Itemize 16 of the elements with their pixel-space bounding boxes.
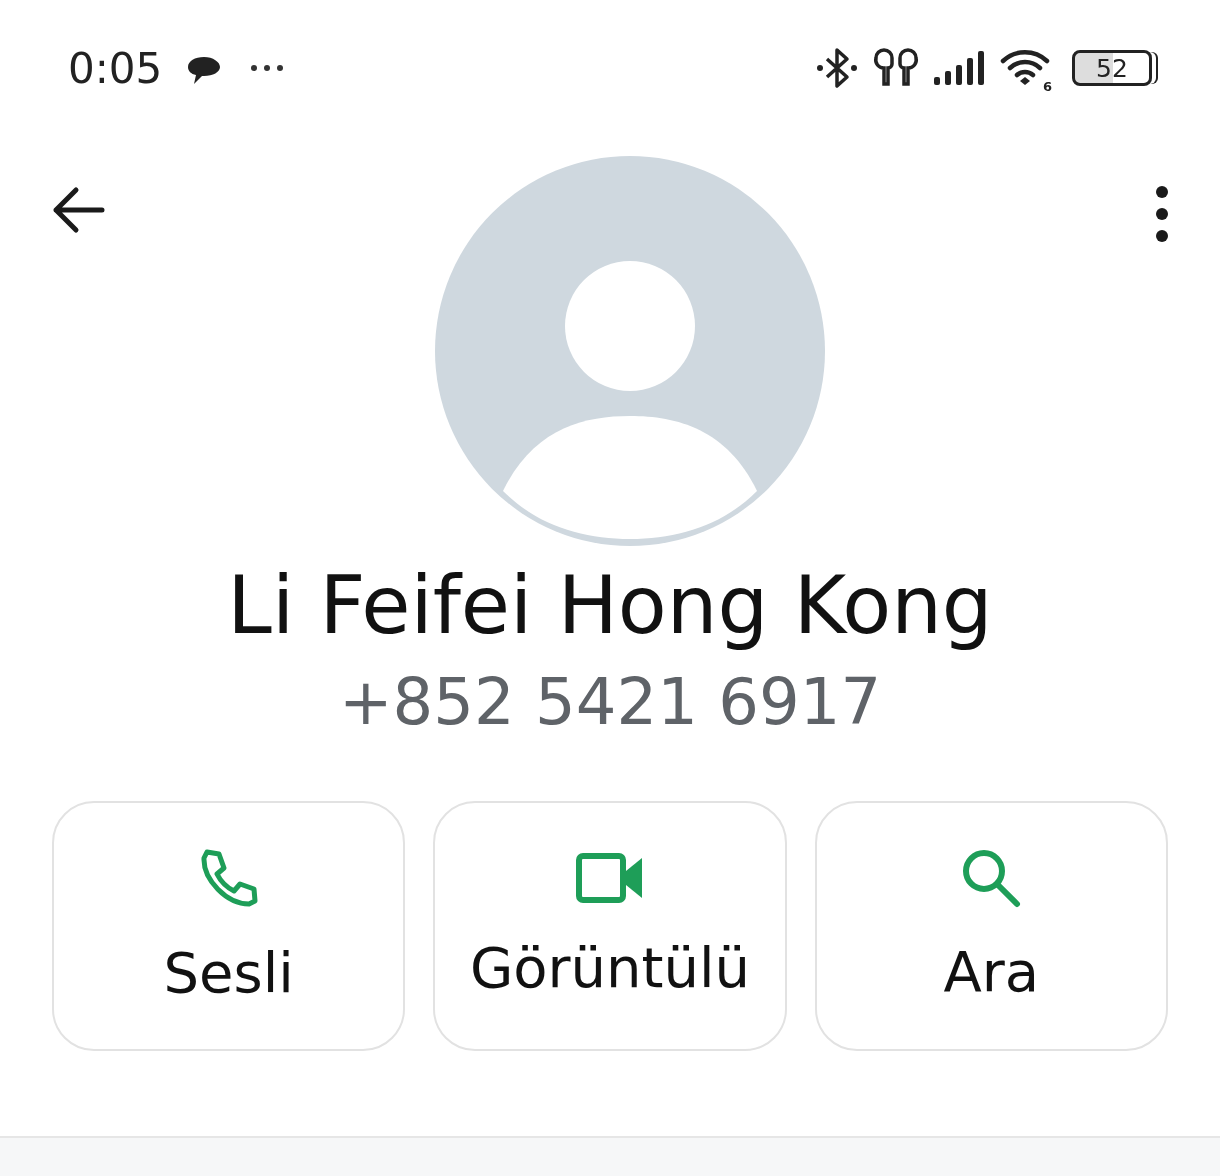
signal-icon bbox=[934, 51, 986, 85]
wifi-standard-label: 6 bbox=[1042, 79, 1052, 94]
chat-bubble-icon bbox=[186, 55, 223, 87]
more-options-button[interactable] bbox=[1154, 186, 1170, 242]
search-icon bbox=[960, 847, 1023, 910]
search-button[interactable]: Ara bbox=[814, 800, 1168, 1051]
bluetooth-icon bbox=[816, 46, 858, 90]
voice-call-button[interactable]: Sesli bbox=[52, 800, 406, 1051]
phone-number: +852 5421 6917 bbox=[337, 664, 883, 741]
more-notifications-icon bbox=[250, 64, 285, 72]
earbuds-icon bbox=[872, 48, 920, 88]
avatar-placeholder-icon bbox=[435, 156, 825, 546]
contact-name: Li Feifei Hong Kong bbox=[226, 558, 994, 654]
video-camera-icon bbox=[576, 851, 644, 906]
video-call-button[interactable]: Görüntülü bbox=[433, 800, 787, 1051]
status-time: 0:05 bbox=[68, 43, 163, 93]
